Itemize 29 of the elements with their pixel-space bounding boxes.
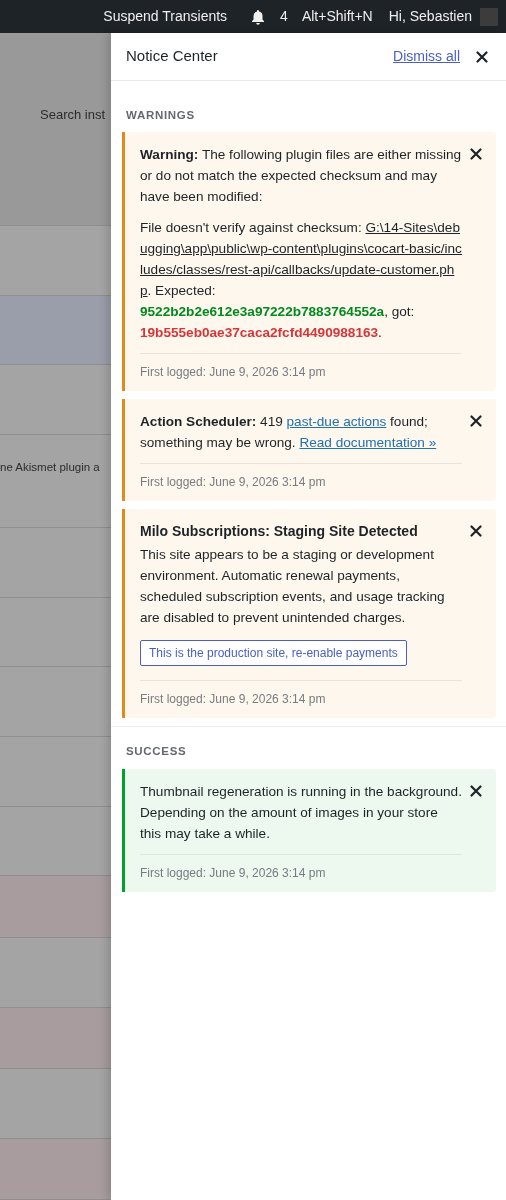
search-label: Search inst xyxy=(0,33,111,178)
section-heading: SUCCESS xyxy=(111,726,506,769)
bell-icon[interactable] xyxy=(251,8,266,25)
toolbar-item[interactable]: Suspend Transients xyxy=(103,6,228,27)
notice-title: Milo Subscriptions: Staging Site Detected xyxy=(140,522,419,542)
close-icon[interactable] xyxy=(470,525,482,538)
close-icon[interactable] xyxy=(476,50,488,63)
close-icon[interactable] xyxy=(470,148,482,161)
enable-payments-button[interactable]: This is the production site, re-enable payments xyxy=(140,640,407,667)
notification-count[interactable]: 4 xyxy=(280,6,288,27)
notice-text: This site appears to be a staging or development environment. Automatic renewal payments, scheduled subscription events, and usage tracking are disabled to prevent unintended charges. xyxy=(140,546,446,628)
section-heading: WARNINGS xyxy=(125,108,196,123)
close-icon[interactable] xyxy=(470,784,482,797)
notice-link[interactable]: Read documentation » xyxy=(299,435,437,451)
account-greeting[interactable]: Hi, Sebastien xyxy=(388,6,472,27)
table-cell-text: ne Akismet plugin a xyxy=(0,459,101,475)
close-icon[interactable] xyxy=(470,415,482,428)
logged-time: First logged: June 9, 2026 3:14 pm xyxy=(140,463,462,492)
logged-time: First logged: June 9, 2026 3:14 pm xyxy=(140,853,462,882)
notice-text: File doesn't verify against checksum: G:\14-Sites\debugging\app\public\wp-content\plugins\cocart-basic/includes/classes/rest-api/callbacks/update-customer.php. Expected: 9522b2b2e612e3a97222b7883764552a, got: 19b555eb0ae37caca2fcfd4490988163. xyxy=(140,219,462,343)
logged-time: First logged: June 9, 2026 3:14 pm xyxy=(140,680,462,709)
notice-link[interactable]: past-due actions xyxy=(286,414,387,430)
dismiss-all-link[interactable]: Dismiss all xyxy=(393,46,460,67)
logged-time: First logged: June 9, 2026 3:14 pm xyxy=(140,353,462,382)
notice-text: Action Scheduler: 419 past-due actions found; something may be wrong. Read documentation » xyxy=(140,413,438,453)
panel-title: Notice Center xyxy=(126,46,218,67)
notice-text: Warning: The following plugin files are either missing or do not match the expected checksum and may have been modified: xyxy=(140,146,462,207)
toolbar-item[interactable]: Alt+Shift+N xyxy=(301,6,373,27)
notice-text: Thumbnail regeneration is running in the background. Depending on the amount of images in your store this may take a while. xyxy=(140,782,462,843)
